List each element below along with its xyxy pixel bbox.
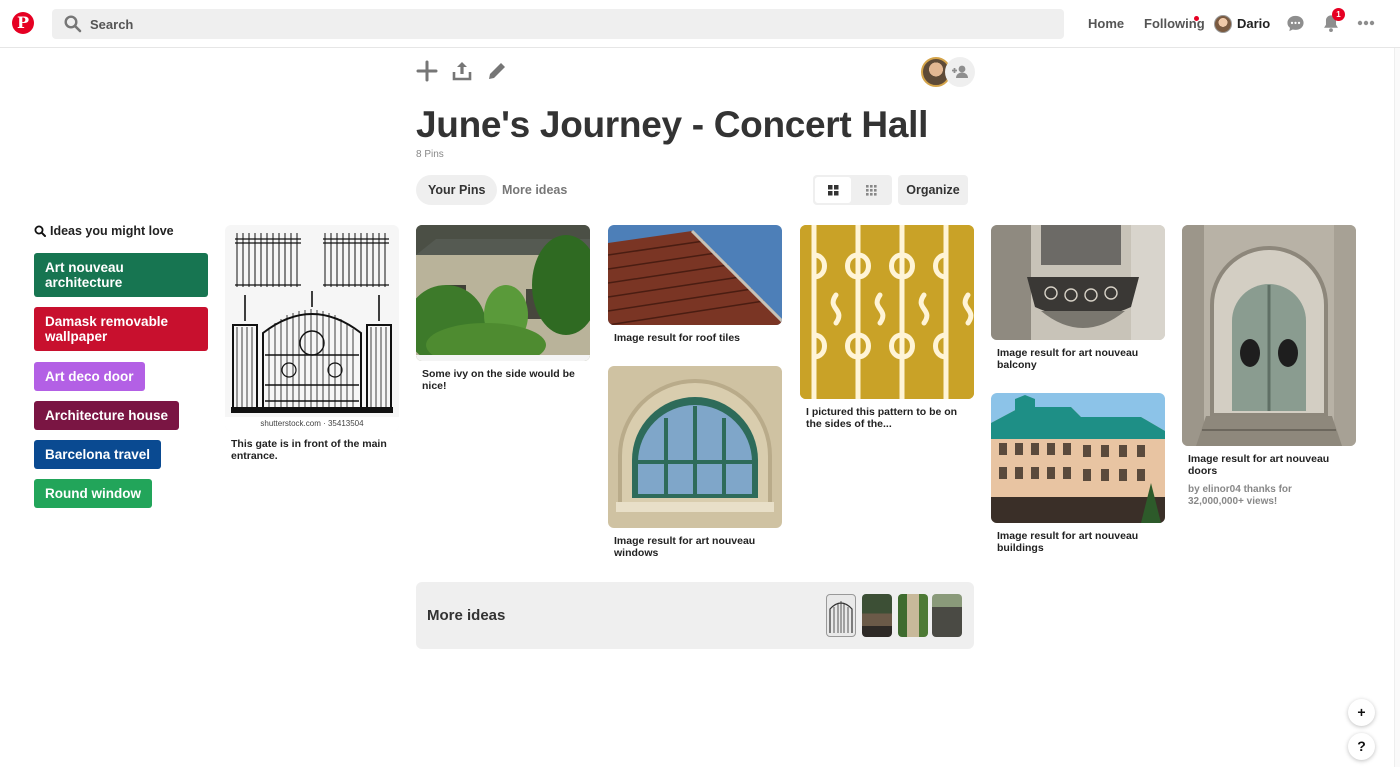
pin-card[interactable]: Image result for art nouveau windows (608, 366, 782, 559)
pin-caption: Image result for art nouveau buildings (997, 530, 1139, 554)
user-avatar[interactable] (1214, 15, 1232, 33)
messages-icon[interactable] (1286, 14, 1305, 33)
ivy-building-image (416, 225, 590, 361)
pin-caption: Some ivy on the side would be nice! (422, 368, 575, 392)
pinterest-logo-icon[interactable]: P (12, 12, 34, 34)
following-indicator-dot (1194, 16, 1199, 21)
search-icon (34, 225, 46, 237)
pin-card[interactable]: Image result for art nouveau doors by el… (1182, 225, 1356, 508)
page-scrollbar[interactable] (1394, 48, 1400, 767)
nav-user-name[interactable]: Dario (1237, 16, 1270, 31)
ideas-heading-text: Ideas you might love (50, 224, 174, 238)
pin-image-doors[interactable] (1182, 225, 1356, 446)
art-nouveau-buildings-image (991, 393, 1165, 523)
add-collaborator-button[interactable] (945, 57, 975, 87)
ideas-sidebar-heading: Ideas you might love (34, 224, 174, 238)
pin-source-watermark: shutterstock.com · 35413504 (225, 417, 399, 431)
notification-badge: 1 (1332, 8, 1345, 21)
search-bar[interactable] (52, 9, 1064, 39)
pin-count: 8 Pins (416, 149, 444, 160)
pin-card[interactable]: Image result for art nouveau buildings (991, 393, 1165, 554)
tab-more-ideas[interactable]: More ideas (490, 175, 579, 205)
tab-your-pins[interactable]: Your Pins (416, 175, 498, 205)
more-ideas-label: More ideas (427, 607, 506, 624)
pin-image-iron-gate[interactable]: shutterstock.com · 35413504 (225, 225, 399, 431)
more-ideas-thumb[interactable] (826, 594, 856, 637)
grid-view-toggle (813, 175, 892, 205)
pin-card[interactable]: Some ivy on the side would be nice! (416, 225, 590, 392)
idea-chip-round-window[interactable]: Round window (34, 479, 152, 508)
more-options-icon[interactable] (1357, 20, 1375, 26)
pin-image-yellow-pattern[interactable] (800, 225, 974, 399)
large-grid-view-button[interactable] (815, 177, 851, 203)
pin-card[interactable]: Image result for art nouveau balcony (991, 225, 1165, 371)
edit-pencil-icon[interactable] (486, 60, 508, 82)
organize-button[interactable]: Organize (898, 175, 968, 205)
pin-image-buildings[interactable] (991, 393, 1165, 523)
idea-chip-damask-removable-wallpaper[interactable]: Damask removable wallpaper (34, 307, 208, 351)
top-nav-bar: P Home Following Dario 1 (0, 0, 1400, 48)
search-input[interactable] (90, 13, 1050, 35)
pin-caption: Image result for roof tiles (614, 332, 741, 344)
nav-home-link[interactable]: Home (1088, 16, 1124, 31)
pin-image-balcony[interactable] (991, 225, 1165, 340)
compact-grid-icon (866, 185, 877, 196)
pin-caption: Image result for art nouveau balcony (997, 347, 1139, 371)
pin-image-roof-tiles[interactable] (608, 225, 782, 325)
round-window-image (608, 366, 782, 528)
gate-thumbnail-image (829, 601, 853, 633)
roof-tiles-image (608, 225, 782, 325)
add-pin-plus-icon[interactable] (416, 60, 438, 82)
art-nouveau-pattern-image (800, 225, 974, 399)
idea-chip-art-deco-door[interactable]: Art deco door (34, 362, 145, 391)
more-ideas-panel[interactable]: More ideas (416, 582, 974, 649)
pin-caption: Image result for art nouveau doors (1188, 453, 1330, 477)
board-title: June's Journey - Concert Hall (416, 104, 929, 145)
pin-caption: This gate is in front of the main entran… (231, 438, 387, 462)
art-nouveau-doors-image (1182, 225, 1356, 446)
compact-grid-view-button[interactable] (853, 177, 889, 203)
pin-caption: I pictured this pattern to be on the sid… (806, 406, 958, 430)
pin-caption: Image result for art nouveau windows (614, 535, 756, 559)
pin-card[interactable]: Image result for roof tiles (608, 225, 782, 344)
add-person-icon (952, 65, 968, 78)
floating-help-button[interactable]: ? (1348, 733, 1375, 760)
pin-attribution: by elinor04 thanks for 32,000,000+ views… (1188, 484, 1292, 507)
search-icon (64, 15, 82, 33)
idea-chip-architecture-house[interactable]: Architecture house (34, 401, 180, 430)
more-ideas-thumb[interactable] (932, 594, 962, 637)
iron-gate-image (231, 233, 393, 413)
pin-card[interactable]: I pictured this pattern to be on the sid… (800, 225, 974, 430)
pin-image-ivy-wall[interactable] (416, 225, 590, 361)
floating-add-button[interactable]: + (1348, 699, 1375, 726)
idea-chip-art-nouveau-architecture[interactable]: Art nouveau architecture (34, 253, 208, 297)
pin-card[interactable]: shutterstock.com · 35413504 This gate is… (225, 225, 399, 462)
pin-image-round-window[interactable] (608, 366, 782, 528)
share-upload-icon[interactable] (451, 60, 473, 82)
more-ideas-thumb[interactable] (898, 594, 928, 637)
more-ideas-thumb[interactable] (862, 594, 892, 637)
art-nouveau-balcony-image (991, 225, 1165, 340)
large-grid-icon (828, 185, 839, 196)
idea-chip-barcelona-travel[interactable]: Barcelona travel (34, 440, 162, 469)
